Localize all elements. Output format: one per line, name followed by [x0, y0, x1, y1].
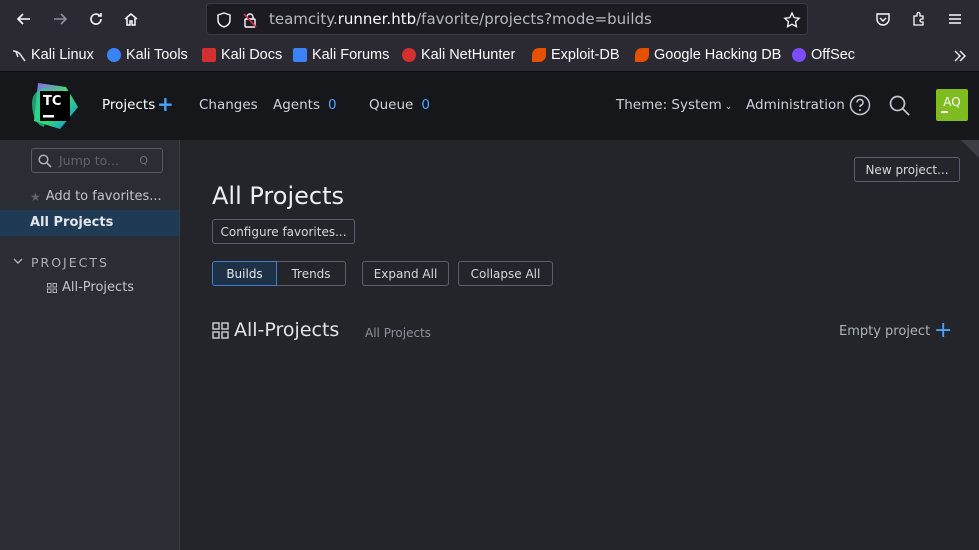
bookmark-offsec[interactable]: OffSec: [792, 46, 855, 64]
agents-count: 0: [328, 97, 337, 113]
bookmark-exploit-db[interactable]: Exploit-DB: [532, 46, 620, 64]
shield-icon[interactable]: [215, 11, 233, 29]
browser-toolbar: teamcity.runner.htb/favorite/projects?mo…: [0, 0, 979, 38]
sidebar-item-all-projects[interactable]: All Projects: [0, 210, 179, 236]
sidebar: Jump to... Q ★ Add to favorites... All P…: [0, 140, 180, 550]
empty-project-label: Empty project: [839, 324, 931, 339]
bookmarks-bar: Kali Linux Kali Tools Kali Docs Kali For…: [0, 38, 979, 72]
collapse-all-button[interactable]: Collapse All: [458, 261, 553, 286]
new-project-button[interactable]: New project...: [854, 157, 960, 182]
exploit-db-icon: [532, 48, 546, 62]
ghdb-icon: [635, 48, 649, 62]
help-icon[interactable]: [849, 94, 871, 120]
corner-fold: [961, 140, 979, 158]
bookmark-kali-nethunter[interactable]: Kali NetHunter: [402, 46, 515, 64]
project-grid-icon: [47, 282, 57, 293]
offsec-icon: [792, 48, 806, 62]
back-icon[interactable]: [12, 7, 36, 31]
project-breadcrumb[interactable]: All Projects: [365, 326, 431, 340]
nav-projects[interactable]: Projects: [102, 97, 155, 113]
nav-changes[interactable]: Changes: [199, 97, 258, 113]
bookmark-google-hacking-db[interactable]: Google Hacking DB: [635, 46, 781, 64]
nav-agents[interactable]: Agents 0: [273, 97, 337, 113]
bookmarks-overflow-icon[interactable]: [953, 48, 967, 67]
bookmark-star-icon[interactable]: [783, 11, 801, 29]
nethunter-icon: [402, 48, 416, 62]
kali-dragon-icon: [12, 48, 26, 62]
main-content: New project... All Projects Configure fa…: [180, 140, 979, 550]
kali-forums-icon: [293, 48, 307, 62]
chevron-down-icon: [13, 257, 23, 268]
tab-trends[interactable]: Trends: [277, 261, 346, 286]
insecure-lock-icon[interactable]: [241, 11, 259, 29]
nav-queue[interactable]: Queue 0: [369, 97, 430, 113]
kali-docs-icon: [202, 48, 216, 62]
jump-to-search[interactable]: Jump to... Q: [31, 148, 163, 173]
menu-icon[interactable]: [943, 7, 967, 31]
sidebar-item-all-projects-tree[interactable]: All-Projects: [47, 280, 134, 295]
configure-favorites-button[interactable]: Configure favorites...: [212, 219, 355, 244]
teamcity-logo[interactable]: TC: [30, 81, 80, 131]
star-icon: ★: [30, 189, 41, 204]
extensions-icon[interactable]: [907, 7, 931, 31]
bookmark-kali-docs[interactable]: Kali Docs: [202, 46, 282, 64]
project-section-title[interactable]: All-Projects: [212, 319, 339, 341]
chevron-down-icon: ⌄: [724, 102, 733, 112]
page-title: All Projects: [212, 182, 344, 210]
search-shortcut: Q: [139, 154, 148, 167]
add-subproject-plus-icon[interactable]: +: [934, 320, 952, 342]
add-to-favorites[interactable]: ★ Add to favorites...: [30, 189, 162, 204]
search-icon: [38, 153, 52, 172]
bookmark-kali-forums[interactable]: Kali Forums: [293, 46, 389, 64]
bookmark-kali-linux[interactable]: Kali Linux: [12, 46, 94, 64]
pocket-icon[interactable]: [871, 7, 895, 31]
kali-tools-icon: [107, 48, 121, 62]
user-avatar[interactable]: AQ: [936, 89, 968, 121]
project-grid-icon: [212, 321, 229, 339]
home-icon[interactable]: [119, 7, 143, 31]
reload-icon[interactable]: [84, 7, 108, 31]
nav-administration[interactable]: Administration: [746, 97, 845, 113]
url-bar[interactable]: teamcity.runner.htb/favorite/projects?mo…: [206, 3, 808, 35]
add-project-plus-icon[interactable]: +: [157, 94, 174, 114]
queue-count: 0: [421, 97, 430, 113]
theme-selector[interactable]: Theme: System ⌄: [616, 97, 732, 113]
search-placeholder: Jump to...: [59, 153, 119, 168]
projects-section-header[interactable]: PROJECTS: [13, 255, 109, 270]
expand-all-button[interactable]: Expand All: [362, 261, 449, 286]
url-text[interactable]: teamcity.runner.htb/favorite/projects?mo…: [269, 10, 652, 28]
forward-icon[interactable]: [48, 7, 72, 31]
bookmark-kali-tools[interactable]: Kali Tools: [107, 46, 188, 64]
teamcity-header: TC Projects + Changes Agents 0 Queue 0 The…: [0, 72, 979, 140]
search-icon[interactable]: [889, 95, 910, 120]
logo-text: TC: [43, 94, 62, 109]
tab-builds[interactable]: Builds: [212, 261, 277, 286]
